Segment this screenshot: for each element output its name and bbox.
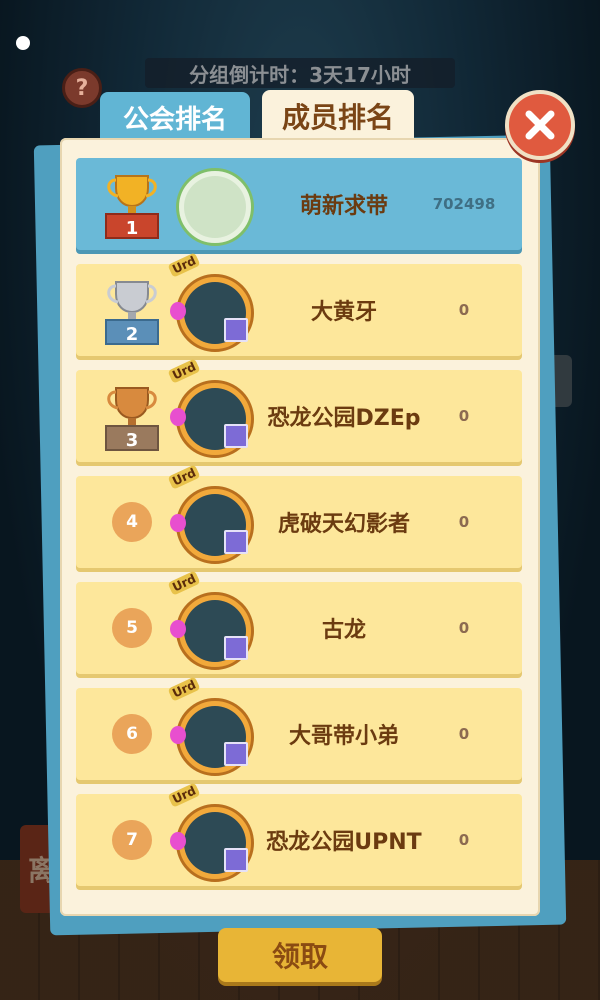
gold-trophy-icon: 1 <box>105 175 159 239</box>
group-countdown: 分组倒计时：3天17小时 <box>145 58 455 88</box>
balloon-icon <box>170 514 186 532</box>
player-name: 虎破天幻影者 <box>277 512 410 537</box>
close-icon <box>525 110 555 140</box>
player-name: 古龙 <box>321 618 366 643</box>
close-button[interactable] <box>505 90 575 160</box>
player-score: 0 <box>458 301 470 319</box>
player-score: 0 <box>458 513 470 531</box>
balloon-icon <box>170 832 186 850</box>
player-name: 萌新求带 <box>299 194 388 219</box>
balloon-icon <box>170 408 186 426</box>
rank-number: 6 <box>112 714 152 754</box>
ranking-row[interactable]: 1 萌新求带 702498 <box>76 158 522 250</box>
player-name: 恐龙公园UPNT <box>266 830 422 855</box>
rank-number: 2 <box>126 324 139 345</box>
help-icon: ? <box>75 75 89 101</box>
ranking-row[interactable]: 3 Urd 恐龙公园DZEp 0 <box>76 358 522 462</box>
claim-button[interactable]: 领取 <box>218 928 382 982</box>
ranking-row[interactable]: 7 Urd 恐龙公园UPNT 0 <box>76 782 522 886</box>
player-score: 0 <box>458 831 470 849</box>
player-score: 0 <box>458 725 470 743</box>
rank-number: 1 <box>126 218 139 239</box>
player-name: 大哥带小弟 <box>288 724 399 749</box>
tab-guild-ranking[interactable]: 公会排名 <box>100 92 250 142</box>
balloon-icon <box>170 726 186 744</box>
ranking-row[interactable]: 5 Urd 古龙 0 <box>76 570 522 674</box>
ranking-row[interactable]: 2 Urd 大黄牙 0 <box>76 252 522 356</box>
rank-number: 5 <box>112 608 152 648</box>
floating-dot[interactable] <box>16 36 30 50</box>
rank-number: 4 <box>112 502 152 542</box>
player-name: 大黄牙 <box>310 300 377 325</box>
player-name: 恐龙公园DZEp <box>267 406 421 431</box>
player-score: 702498 <box>432 195 496 213</box>
tab-member-ranking[interactable]: 成员排名 <box>262 90 414 142</box>
rank-number: 3 <box>126 430 139 451</box>
rank-number: 7 <box>112 820 152 860</box>
player-score: 0 <box>458 407 470 425</box>
balloon-icon <box>170 302 186 320</box>
help-button[interactable]: ? <box>62 68 102 108</box>
avatar <box>176 168 254 246</box>
bronze-trophy-icon: 3 <box>105 387 159 451</box>
avatar-image <box>184 176 246 238</box>
ranking-row[interactable]: 6 Urd 大哥带小弟 0 <box>76 676 522 780</box>
player-score: 0 <box>458 619 470 637</box>
silver-trophy-icon: 2 <box>105 281 159 345</box>
ranking-row[interactable]: 4 Urd 虎破天幻影者 0 <box>76 464 522 568</box>
balloon-icon <box>170 620 186 638</box>
